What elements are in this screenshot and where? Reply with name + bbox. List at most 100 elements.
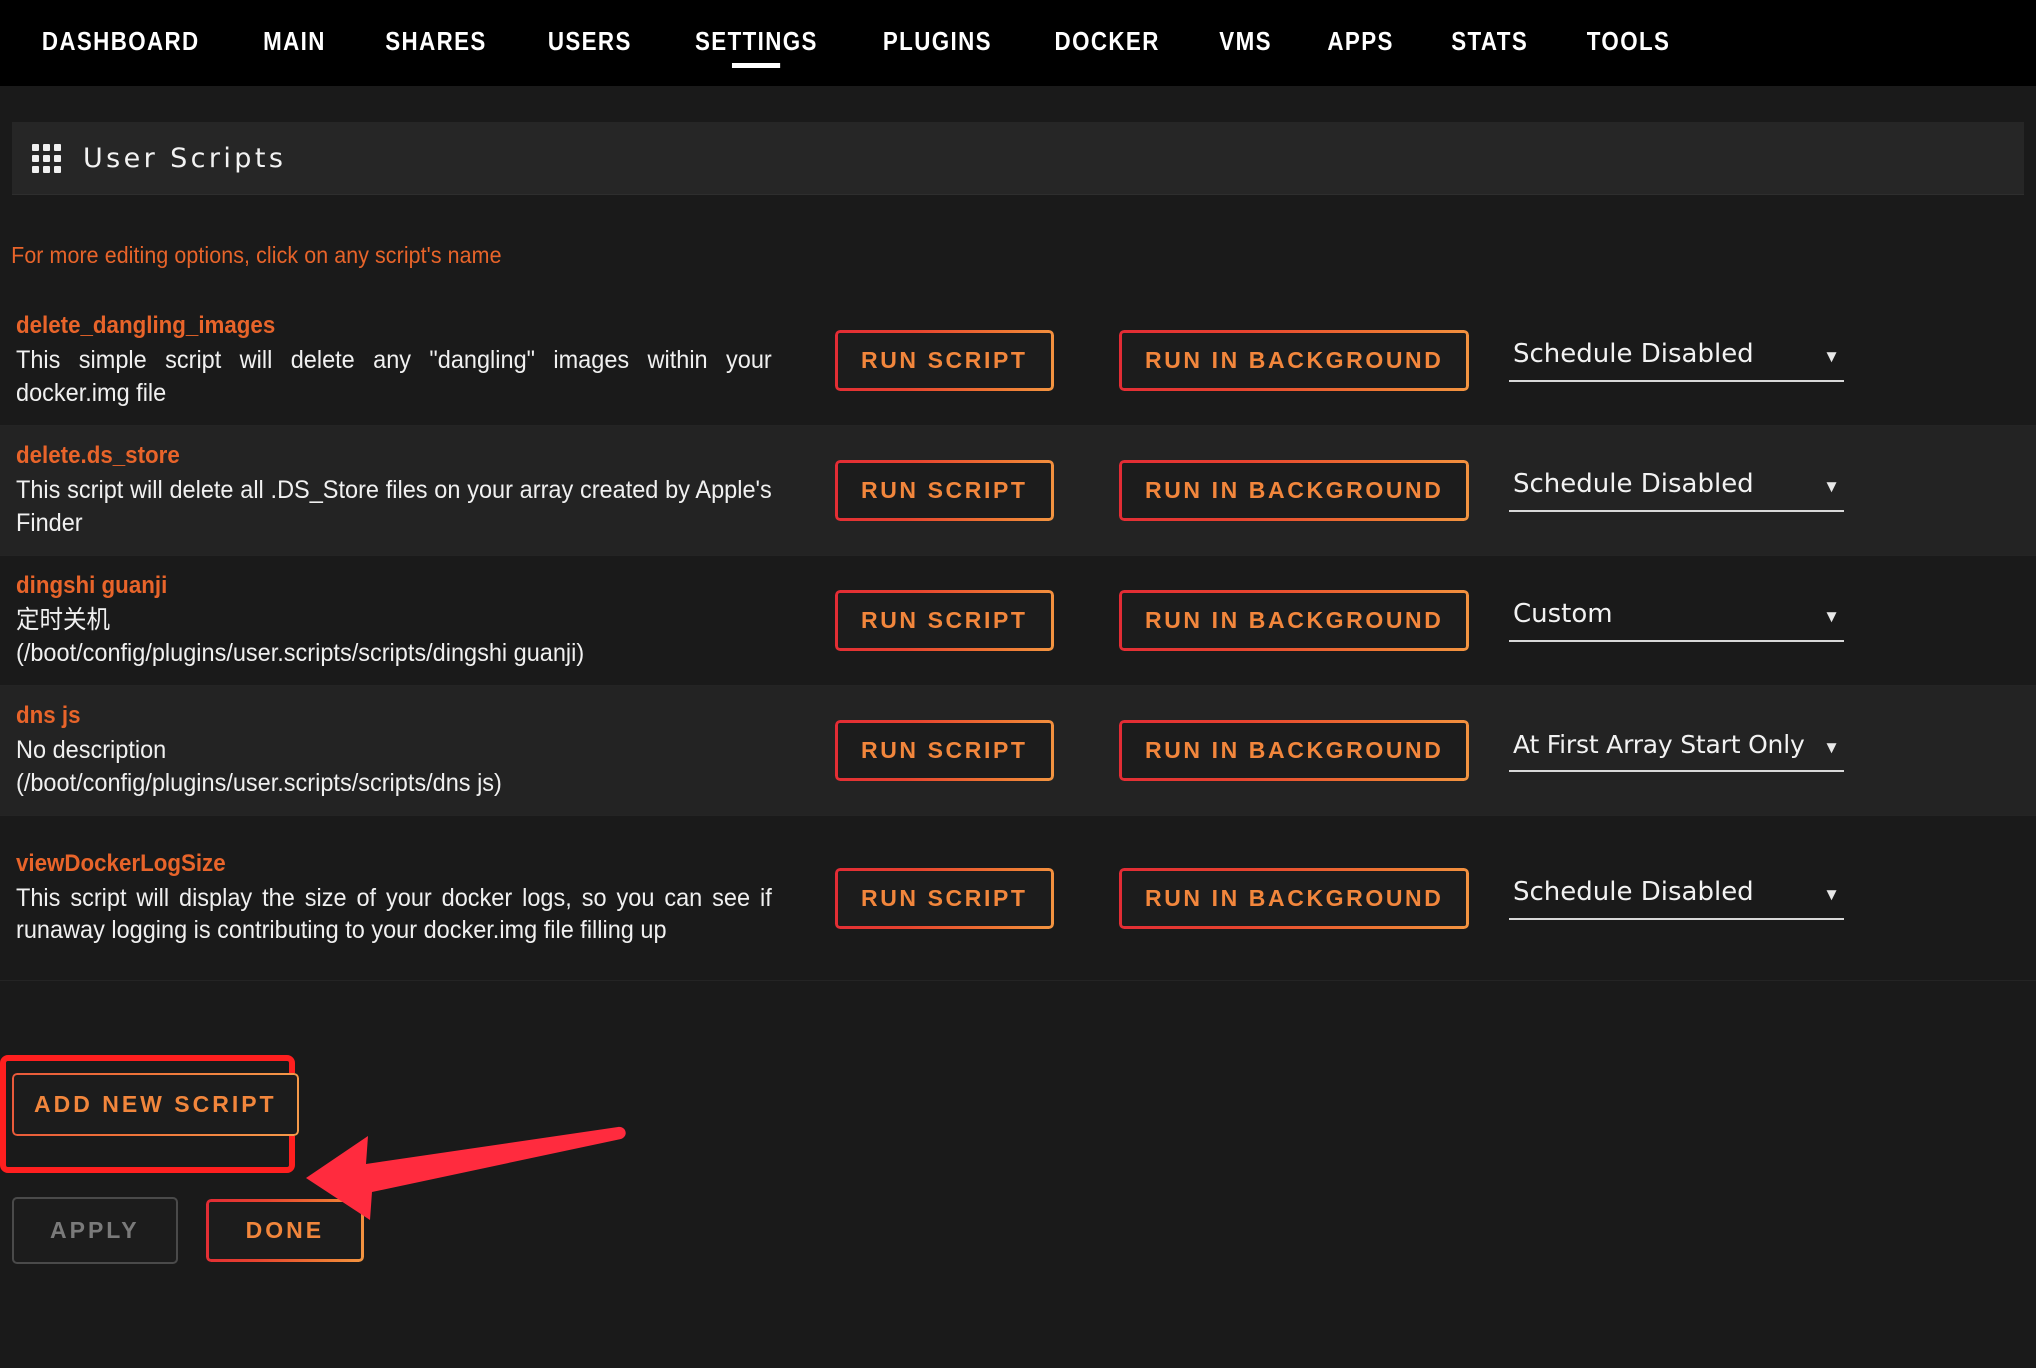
chevron-down-icon: ▼: [1823, 737, 1840, 757]
run-in-background-label: RUN IN BACKGROUND: [1145, 347, 1444, 373]
run-script-cell: RUN SCRIPT: [834, 460, 1119, 521]
schedule-selected-value: Schedule Disabled: [1513, 469, 1754, 499]
nav-item-label: SETTINGS: [694, 26, 818, 56]
script-description: No description (/boot/config/plugins/use…: [16, 736, 502, 797]
chevron-down-icon: ▼: [1823, 884, 1840, 904]
script-info-cell: dingshi guanji 定时关机 (/boot/config/plugin…: [16, 558, 834, 683]
schedule-select-face[interactable]: Schedule Disabled ▼: [1509, 877, 1844, 920]
chevron-down-icon: ▼: [1823, 477, 1840, 496]
nav-item-plugins[interactable]: PLUGINS: [863, 0, 1012, 54]
run-background-cell: RUN IN BACKGROUND: [1119, 590, 1509, 651]
schedule-cell: Schedule Disabled ▼: [1509, 339, 2036, 382]
run-script-button[interactable]: RUN SCRIPT: [835, 460, 1054, 521]
run-background-cell: RUN IN BACKGROUND: [1119, 720, 1509, 781]
schedule-selected-value: Custom: [1513, 599, 1613, 629]
run-script-cell: RUN SCRIPT: [834, 330, 1119, 391]
script-description: This simple script will delete any "dang…: [16, 346, 772, 407]
page-body: User Scripts For more editing options, c…: [0, 122, 2036, 1368]
grid-apps-icon: [32, 143, 61, 173]
chevron-down-icon: ▼: [1823, 347, 1840, 366]
nav-item-dashboard[interactable]: DASHBOARD: [22, 0, 219, 54]
run-in-background-button[interactable]: RUN IN BACKGROUND: [1119, 460, 1470, 521]
schedule-selected-value: Schedule Disabled: [1513, 876, 1754, 907]
schedule-select-face[interactable]: At First Array Start Only ▼: [1509, 730, 1844, 772]
run-script-label: RUN SCRIPT: [861, 607, 1028, 633]
run-script-button[interactable]: RUN SCRIPT: [835, 330, 1054, 391]
script-description: This script will delete all .DS_Store fi…: [16, 476, 772, 537]
nav-item-users[interactable]: USERS: [528, 0, 651, 54]
schedule-cell: At First Array Start Only ▼: [1509, 730, 2036, 772]
nav-item-stats[interactable]: STATS: [1432, 0, 1548, 54]
script-description: This script will display the size of you…: [16, 883, 772, 945]
script-info-cell: delete.ds_store This script will delete …: [16, 428, 834, 553]
run-in-background-button[interactable]: RUN IN BACKGROUND: [1119, 590, 1470, 651]
schedule-select-face[interactable]: Schedule Disabled ▼: [1509, 339, 1844, 382]
nav-active-underline: [732, 63, 781, 68]
footer-button-bar: APPLY DONE: [0, 1197, 2036, 1264]
table-row: delete_dangling_images This simple scrip…: [0, 296, 2036, 426]
run-script-cell: RUN SCRIPT: [834, 867, 1119, 929]
nav-item-tools[interactable]: TOOLS: [1567, 0, 1690, 54]
nav-item-label: TOOLS: [1587, 26, 1671, 56]
schedule-selected-value: At First Array Start Only: [1513, 729, 1805, 759]
apply-button[interactable]: APPLY: [12, 1197, 178, 1264]
table-row: viewDockerLogSize This script will displ…: [0, 816, 2036, 981]
done-button[interactable]: DONE: [205, 1199, 365, 1262]
scripts-table: delete_dangling_images This simple scrip…: [0, 296, 2036, 981]
run-in-background-button[interactable]: RUN IN BACKGROUND: [1119, 867, 1470, 929]
add-script-area: ADD NEW SCRIPT: [0, 1055, 2036, 1173]
nav-item-docker[interactable]: DOCKER: [1035, 0, 1180, 54]
script-name-link[interactable]: delete.ds_store: [16, 442, 180, 470]
schedule-selected-value: Schedule Disabled: [1513, 339, 1754, 369]
done-label: DONE: [245, 1217, 325, 1243]
nav-item-shares[interactable]: SHARES: [366, 0, 507, 54]
run-script-label: RUN SCRIPT: [861, 737, 1028, 763]
nav-item-vms[interactable]: VMS: [1199, 0, 1291, 54]
run-script-cell: RUN SCRIPT: [834, 720, 1119, 781]
script-info-cell: viewDockerLogSize This script will displ…: [16, 836, 834, 961]
run-background-cell: RUN IN BACKGROUND: [1119, 330, 1509, 391]
run-script-label: RUN SCRIPT: [861, 347, 1028, 373]
run-script-label: RUN SCRIPT: [861, 477, 1028, 503]
add-new-script-button[interactable]: ADD NEW SCRIPT: [12, 1073, 299, 1136]
schedule-select[interactable]: Schedule Disabled ▼: [1509, 339, 1844, 382]
run-script-button[interactable]: RUN SCRIPT: [835, 590, 1054, 651]
schedule-select-face[interactable]: Custom ▼: [1509, 599, 1844, 642]
script-name-link[interactable]: dns js: [16, 702, 81, 730]
script-name-link[interactable]: viewDockerLogSize: [16, 850, 226, 878]
nav-item-label: PLUGINS: [882, 26, 992, 56]
editing-hint: For more editing options, click on any s…: [11, 242, 502, 268]
script-name-link[interactable]: delete_dangling_images: [16, 312, 275, 340]
run-in-background-button[interactable]: RUN IN BACKGROUND: [1119, 330, 1470, 391]
schedule-select[interactable]: Custom ▼: [1509, 599, 1844, 642]
run-script-label: RUN SCRIPT: [861, 884, 1028, 911]
schedule-select[interactable]: At First Array Start Only ▼: [1509, 730, 1844, 772]
run-script-button[interactable]: RUN SCRIPT: [835, 867, 1054, 929]
nav-item-settings[interactable]: SETTINGS: [675, 0, 837, 68]
run-script-button[interactable]: RUN SCRIPT: [835, 720, 1054, 781]
run-in-background-label: RUN IN BACKGROUND: [1145, 607, 1444, 633]
script-description: 定时关机 (/boot/config/plugins/user.scripts/…: [16, 606, 585, 667]
run-background-cell: RUN IN BACKGROUND: [1119, 867, 1509, 929]
schedule-select-face[interactable]: Schedule Disabled ▼: [1509, 469, 1844, 512]
run-in-background-label: RUN IN BACKGROUND: [1145, 884, 1444, 911]
schedule-cell: Custom ▼: [1509, 599, 2036, 642]
top-navigation: DASHBOARD MAIN SHARES USERS SETTINGS PLU…: [0, 0, 2036, 86]
script-name-link[interactable]: dingshi guanji: [16, 572, 167, 600]
schedule-cell: Schedule Disabled ▼: [1509, 877, 2036, 920]
nav-item-label: STATS: [1451, 26, 1529, 56]
nav-item-label: USERS: [548, 26, 632, 56]
nav-item-label: APPS: [1327, 26, 1394, 56]
run-in-background-label: RUN IN BACKGROUND: [1145, 737, 1444, 763]
table-row: delete.ds_store This script will delete …: [0, 426, 2036, 556]
schedule-select[interactable]: Schedule Disabled ▼: [1509, 469, 1844, 512]
run-script-cell: RUN SCRIPT: [834, 590, 1119, 651]
add-script-button-holder: ADD NEW SCRIPT: [12, 1073, 299, 1136]
nav-item-main[interactable]: MAIN: [244, 0, 346, 54]
schedule-select[interactable]: Schedule Disabled ▼: [1509, 877, 1844, 920]
run-in-background-button[interactable]: RUN IN BACKGROUND: [1119, 720, 1470, 781]
nav-item-apps[interactable]: APPS: [1307, 0, 1413, 54]
script-info-cell: delete_dangling_images This simple scrip…: [16, 298, 834, 423]
panel-header: User Scripts: [12, 122, 2024, 195]
nav-item-label: DASHBOARD: [41, 26, 200, 56]
